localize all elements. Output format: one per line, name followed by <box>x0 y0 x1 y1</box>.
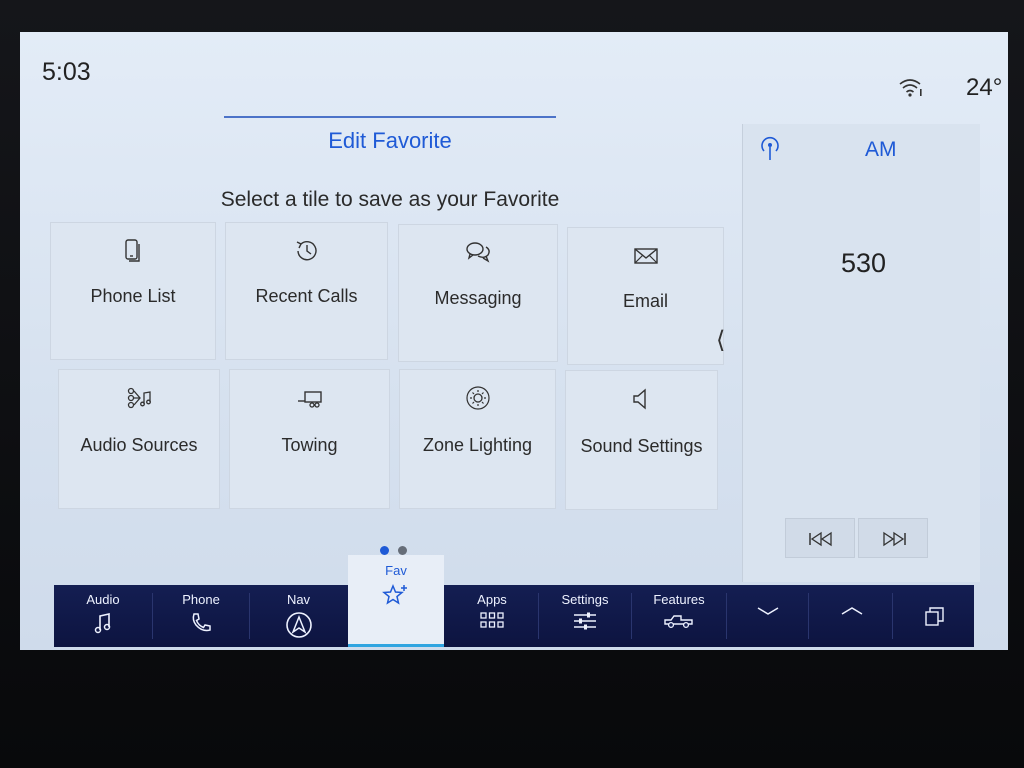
radio-panel[interactable]: AM 530 <box>742 124 980 582</box>
email-icon <box>633 248 658 264</box>
nav-settings-label: Settings <box>561 592 609 607</box>
tile-recent-calls[interactable]: Recent Calls <box>225 222 388 360</box>
tile-label: Phone List <box>90 286 176 306</box>
nav-divider <box>892 593 893 639</box>
tile-sound-settings[interactable]: Sound Settings <box>565 370 718 510</box>
tile-towing[interactable]: Towing <box>229 369 390 509</box>
bottom-nav-bar: Audio Phone Nav Fav Apps Settings Featur… <box>54 555 976 647</box>
skip-forward-icon <box>883 531 906 547</box>
audio-sources-icon <box>127 387 151 409</box>
status-clock: 5:03 <box>42 58 91 86</box>
nav-favorites[interactable]: Fav <box>348 555 444 647</box>
chevron-up-icon <box>841 607 863 615</box>
nav-divider <box>808 593 809 639</box>
messaging-icon <box>466 242 490 263</box>
tile-label: Recent Calls <box>255 286 358 306</box>
page-title: Edit Favorite <box>328 128 452 153</box>
nav-phone[interactable]: Phone <box>153 585 249 647</box>
nav-audio[interactable]: Audio <box>54 585 152 647</box>
tile-label: Zone Lighting <box>422 435 533 455</box>
seek-forward-button[interactable] <box>858 518 928 558</box>
page-dot <box>398 546 408 555</box>
tile-label: Sound Settings <box>580 436 703 456</box>
truck-icon <box>664 615 693 629</box>
nav-apps[interactable]: Apps <box>446 585 538 647</box>
stacked-windows-icon <box>925 607 944 626</box>
tile-label: Messaging <box>434 288 522 308</box>
zone-lighting-icon <box>465 386 490 410</box>
tile-audio-sources[interactable]: Audio Sources <box>58 369 220 509</box>
skip-back-icon <box>809 531 832 547</box>
chevron-down-icon <box>757 607 779 615</box>
tile-phone-list[interactable]: Phone List <box>50 222 216 360</box>
tile-zone-lighting[interactable]: Zone Lighting <box>399 369 556 509</box>
tile-messaging[interactable]: Messaging <box>398 224 558 362</box>
sliders-icon <box>574 612 596 630</box>
nav-fav-label: Fav <box>385 563 407 578</box>
nav-apps-label: Apps <box>477 592 507 607</box>
page-dot-active <box>380 546 389 555</box>
sync-screen: 5:03 24° Edit Favorite Select a tile to … <box>20 32 1008 650</box>
star-plus-icon <box>382 584 407 605</box>
nav-features-label: Features <box>653 592 705 607</box>
tile-label: Towing <box>281 435 338 455</box>
page-subtitle: Select a tile to save as your Favorite <box>220 188 560 211</box>
nav-settings[interactable]: Settings <box>539 585 631 647</box>
radio-band: AM <box>865 138 897 161</box>
expand-up-button[interactable] <box>810 585 892 647</box>
nav-phone-label: Phone <box>182 592 220 607</box>
nav-nav-label: Nav <box>286 592 311 607</box>
phone-list-icon <box>125 239 140 262</box>
nav-features[interactable]: Features <box>632 585 726 647</box>
collapse-down-button[interactable] <box>726 585 808 647</box>
apps-grid-icon <box>480 612 504 628</box>
nav-navigation[interactable]: Nav <box>250 585 347 647</box>
recent-calls-icon <box>296 241 317 261</box>
antenna-icon <box>761 136 779 160</box>
chevron-left-icon[interactable]: ⟨ <box>716 326 725 354</box>
panel-top-divider <box>224 116 556 118</box>
compass-icon <box>285 612 312 638</box>
active-tab-indicator <box>348 644 444 647</box>
app-switcher-button[interactable] <box>894 585 976 647</box>
music-note-icon <box>94 613 111 634</box>
seek-back-button[interactable] <box>785 518 855 558</box>
tile-label: Email <box>622 291 668 311</box>
speaker-icon <box>632 388 646 410</box>
status-temperature: 24° <box>966 74 1003 101</box>
phone-icon <box>192 613 211 632</box>
towing-icon <box>297 391 322 408</box>
tile-email[interactable]: Email <box>567 227 724 365</box>
nav-audio-label: Audio <box>86 592 120 607</box>
radio-frequency: 530 <box>841 248 887 278</box>
wifi-icon <box>899 79 922 97</box>
tile-label: Audio Sources <box>80 435 198 455</box>
